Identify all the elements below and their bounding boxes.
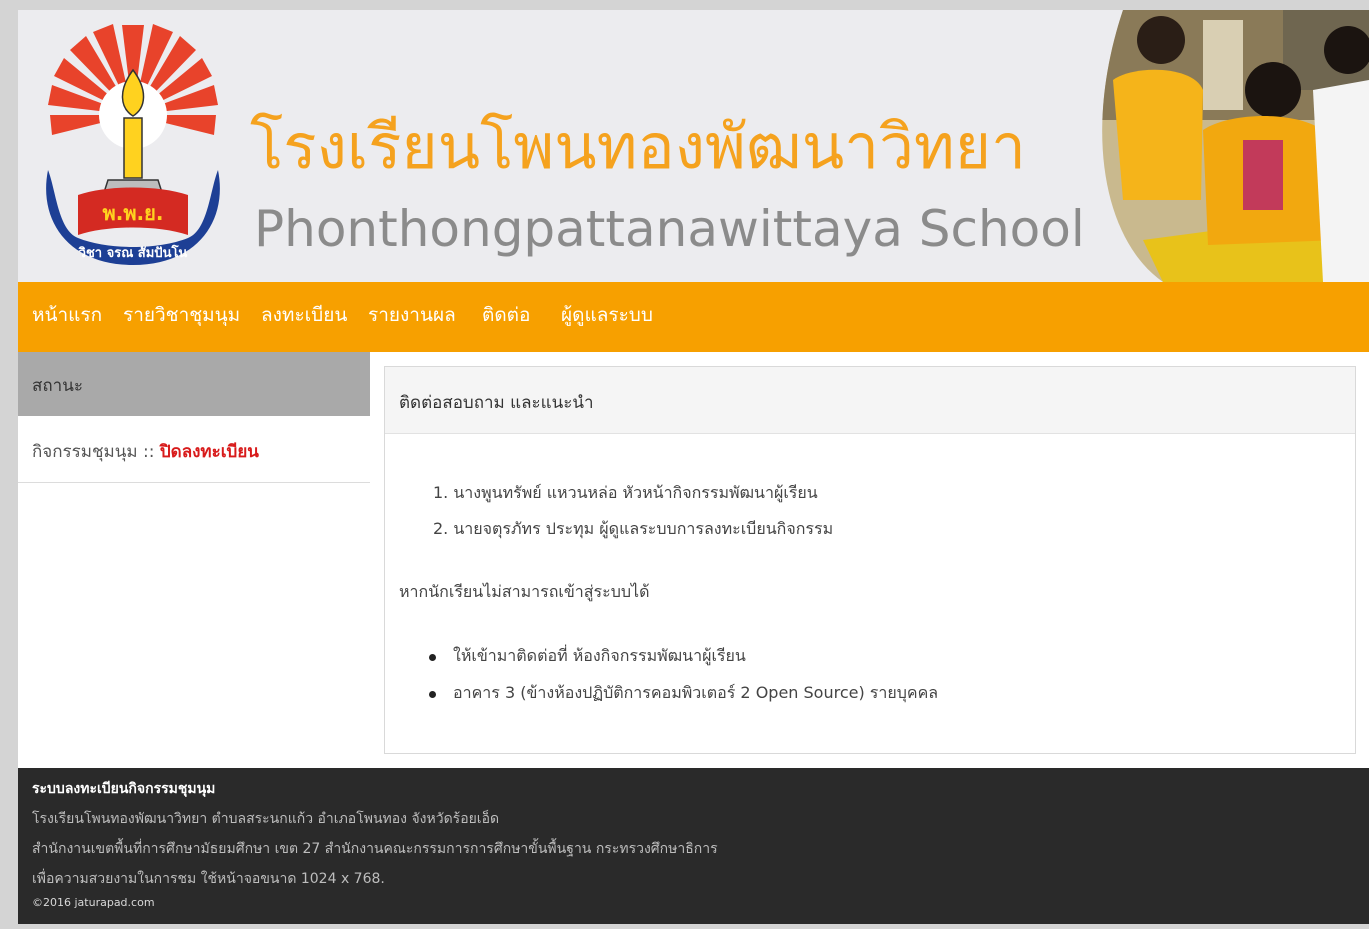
footer-copyright[interactable]: ©2016 jaturapad.com xyxy=(32,896,155,909)
nav-home[interactable]: หน้าแรก xyxy=(32,306,102,325)
instruction-item-2: อาคาร 3 (ข้างห้องปฏิบัติการคอมพิวเตอร์ 2… xyxy=(453,683,939,702)
logo-motto: วิชา จรณ สัมปันโน xyxy=(78,244,187,261)
nav-admin[interactable]: ผู้ดูแลระบบ xyxy=(561,306,653,325)
school-name-thai: โรงเรียนโพนทองพัฒนาวิทยา xyxy=(250,110,1026,183)
nav-register[interactable]: ลงทะเบียน xyxy=(261,306,347,325)
panel-heading-text: ติดต่อสอบถาม และแนะนำ xyxy=(399,393,594,413)
header-photo xyxy=(1102,10,1369,282)
panel-body: 1. นางพูนทรัพย์ แหวนหล่อ หัวหน้ากิจกรรมพ… xyxy=(385,434,1355,752)
instruction-item-1: ให้เข้ามาติดต่อที่ ห้องกิจกรรมพัฒนาผู้เร… xyxy=(453,646,746,665)
bullet-icon xyxy=(429,654,436,661)
sidebar-heading: สถานะ xyxy=(18,352,370,416)
login-problem-note: หากนักเรียนไม่สามารถเข้าสู่ระบบได้ xyxy=(399,582,650,601)
contact-item-1: 1. นางพูนทรัพย์ แหวนหล่อ หัวหน้ากิจกรรมพ… xyxy=(433,483,818,502)
contact-item-2: 2. นายจตุรภัทร ประทุม ผู้ดูแลระบบการลงทะ… xyxy=(433,519,834,538)
panel-heading: ติดต่อสอบถาม และแนะนำ xyxy=(385,367,1355,434)
activity-status-row: กิจกรรมชุมนุม :: ปิดลงทะเบียน xyxy=(18,416,370,483)
status-sidebar: สถานะ กิจกรรมชุมนุม :: ปิดลงทะเบียน xyxy=(18,352,370,772)
sidebar-heading-text: สถานะ xyxy=(32,376,83,396)
bullet-icon xyxy=(429,691,436,698)
footer-title: ระบบลงทะเบียนกิจกรรมชุมนุม xyxy=(32,781,216,797)
school-logo[interactable]: พ.พ.ย. วิชา จรณ สัมปันโน xyxy=(38,20,228,270)
site-footer: ระบบลงทะเบียนกิจกรรมชุมนุม โรงเรียนโพนทอ… xyxy=(18,768,1369,924)
logo-text: พ.พ.ย. xyxy=(103,201,164,225)
contact-panel: ติดต่อสอบถาม และแนะนำ 1. นางพูนทรัพย์ แห… xyxy=(384,366,1356,754)
nav-report[interactable]: รายงานผล xyxy=(368,306,456,325)
nav-club-subjects[interactable]: รายวิชาชุมนุม xyxy=(123,306,240,325)
registration-closed-link[interactable]: ปิดลงทะเบียน xyxy=(160,442,259,462)
school-name-english: Phonthongpattanawittaya School xyxy=(254,200,1085,258)
footer-address: โรงเรียนโพนทองพัฒนาวิทยา ตำบลสระนกแก้ว อ… xyxy=(32,811,500,827)
footer-resolution-note: เพื่อความสวยงามในการชม ใช้หน้าจอขนาด 102… xyxy=(32,871,385,887)
footer-office: สำนักงานเขตพื้นที่การศึกษามัธยมศึกษา เขต… xyxy=(32,841,718,857)
page-frame: พ.พ.ย. วิชา จรณ สัมปันโน โรงเรียนโพนทองพ… xyxy=(18,10,1369,924)
site-header: พ.พ.ย. วิชา จรณ สัมปันโน โรงเรียนโพนทองพ… xyxy=(18,10,1369,282)
main-navbar: หน้าแรก รายวิชาชุมนุม ลงทะเบียน รายงานผล… xyxy=(18,282,1369,352)
nav-contact[interactable]: ติดต่อ xyxy=(482,306,530,325)
activity-label: กิจกรรมชุมนุม :: xyxy=(32,442,160,462)
